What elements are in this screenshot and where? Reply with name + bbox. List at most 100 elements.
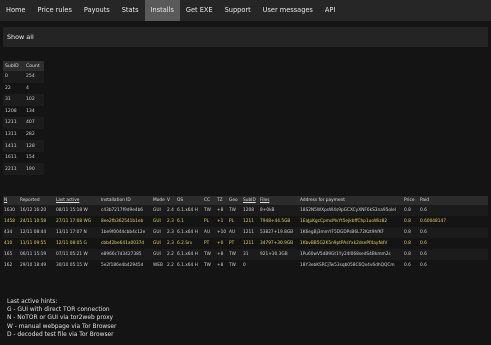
nav-support[interactable]: Support	[219, 0, 257, 21]
n-cell: 410	[4, 241, 13, 246]
last-active-cell: 30/10 05:15 W	[56, 263, 88, 268]
subid-cell: 0	[3, 71, 24, 83]
column-header-os: OS	[176, 196, 203, 205]
nav-get-exe[interactable]: Get EXE	[180, 0, 219, 21]
count-cell: 282	[26, 132, 35, 137]
cc-cell: TW	[204, 263, 211, 268]
installation-id-cell: cbb42be641a0037d	[101, 241, 145, 246]
geo-cell: TW	[228, 205, 242, 216]
installs-table: N Reported Last active Installation ID Mode V…	[3, 196, 488, 271]
files-cell: 7948+44.5GB	[260, 219, 291, 224]
column-header-payment-address: Address for payment	[299, 196, 403, 205]
subid-row: 2211 190	[3, 163, 44, 175]
geo-cell: TW	[229, 263, 236, 268]
tz-cell: +8	[216, 205, 228, 216]
hint-line: G - GUI with direct TOR connection	[7, 307, 110, 314]
subid-row: 1311 282	[3, 129, 44, 141]
installation-id-cell: e8966c7d3427385	[100, 249, 152, 260]
payment-address-cell: 18Y3ebKSRCjTw53sqb058C6Qx4v6dhQQCm	[300, 263, 395, 268]
count-cell: 102	[24, 94, 44, 106]
n-cell: 1458	[4, 219, 15, 224]
subid-cell: 31	[3, 94, 24, 106]
geo-cell: AU	[228, 227, 242, 238]
column-header-files[interactable]: Files	[259, 196, 299, 205]
price-cell: 0.8	[403, 227, 419, 238]
price-cell: 0.8	[403, 205, 419, 216]
payment-address-cell: 1Pu60wV5dB9Gt1Yy24l068sedS4Bkmm2s	[299, 249, 403, 260]
show-all-link[interactable]: Show all	[7, 33, 34, 41]
n-cell: 434	[3, 227, 19, 238]
column-header-mode: Mode	[152, 196, 166, 205]
column-header-reported: Reported	[19, 196, 55, 205]
tz-cell: +0	[217, 241, 224, 246]
cc-cell: TW	[203, 205, 216, 216]
nav-installs[interactable]: Installs	[144, 0, 180, 21]
subid-row: 0 254	[3, 71, 44, 83]
mode-cell: GUI	[152, 227, 166, 238]
geo-cell: PT	[229, 241, 235, 246]
count-cell: 154	[26, 155, 35, 161]
subid-row: 22 4	[3, 83, 44, 95]
column-header-subid[interactable]: SubID	[242, 196, 259, 205]
price-cell: 0.8	[404, 219, 411, 224]
payment-address-cell: 1EaJpKgcCpmsMvYt5ejkbffChp1uoWiz82	[300, 219, 388, 224]
column-header-subid[interactable]: SubID	[3, 61, 24, 71]
install-row: 165 06/11 15:19 07/11 05:21 We8966c7d34273…	[3, 249, 488, 260]
column-header-n[interactable]: N	[3, 196, 19, 205]
files-cell	[259, 260, 299, 271]
column-header-v: V	[166, 196, 176, 205]
v-cell: 2.3	[167, 241, 174, 246]
top-nav: Home Price rules Payouts Stats Installs …	[0, 0, 491, 21]
paid-cell: 0.6	[419, 205, 488, 216]
column-header-installation-id: Installation ID	[100, 196, 152, 205]
os-cell: 6.1.x64 H	[176, 227, 203, 238]
install-row: 410 11/11 09:55 12/11 08:05 G cbb42be641a00…	[3, 238, 488, 249]
v-cell: 2.3	[167, 219, 174, 224]
column-header-price: Price	[403, 196, 419, 205]
paid-cell: 0.6	[420, 263, 427, 268]
last-active-cell: 08/11 15:18 W	[55, 205, 100, 216]
files-cell: 53827+19.8GB	[259, 227, 299, 238]
count-cell: 407	[24, 117, 44, 129]
reported-cell: 24/11 10:58	[20, 219, 47, 224]
nav-payouts[interactable]: Payouts	[78, 0, 116, 21]
files-cell: 921+30.3GB	[259, 249, 299, 260]
geo-cell: PL	[229, 219, 234, 224]
mode-cell: GUI	[152, 205, 166, 216]
price-cell: 0.8	[403, 249, 419, 260]
column-header-count: Count	[24, 61, 44, 71]
column-header-paid: Paid	[419, 196, 488, 205]
column-header-last-active[interactable]: Last active	[55, 196, 100, 205]
tz-cell: +8	[217, 263, 224, 268]
os-cell: 6.1	[177, 219, 184, 224]
hints-title: Last active hints:	[7, 299, 58, 305]
cc-cell: TW	[203, 249, 216, 260]
subid-cell: 31	[242, 249, 259, 260]
subid-cell: 2211	[3, 163, 24, 175]
geo-cell: TW	[228, 249, 242, 260]
count-cell: 128	[24, 140, 44, 152]
subid-row: 1411 128	[3, 140, 44, 152]
subid-cell: 1208	[242, 205, 259, 216]
installation-id-cell: c43b7217f9d9e4b6	[100, 205, 152, 216]
v-cell: 2.2	[167, 263, 174, 268]
reported-cell: 06/11 15:19	[19, 249, 55, 260]
n-cell: 1630	[3, 205, 19, 216]
os-cell: 6.1.x64 H	[176, 205, 203, 216]
nav-api[interactable]: API	[319, 0, 341, 21]
count-cell: 134	[26, 108, 35, 114]
files-cell: 8+0kB	[259, 205, 299, 216]
last-active-cell: 12/11 08:05 G	[56, 241, 87, 246]
subid-cell: 1411	[3, 140, 24, 152]
count-cell: 190	[24, 163, 44, 175]
subid-cell: 1211	[242, 227, 259, 238]
installation-id-cell: 1be9f0044cbb4c12e	[100, 227, 152, 238]
nav-price-rules[interactable]: Price rules	[31, 0, 77, 21]
reported-cell: 11/11 09:55	[20, 241, 47, 246]
nav-stats[interactable]: Stats	[116, 0, 145, 21]
payment-address-cell: 1KbvBB5G2K5n9ptPAsYxk2dsePf4ayNdV	[300, 241, 388, 246]
last-active-cell: 13/11 17:07 N	[55, 227, 100, 238]
nav-home[interactable]: Home	[0, 0, 31, 21]
count-cell: 254	[24, 71, 44, 83]
nav-user-messages[interactable]: User messages	[257, 0, 319, 21]
